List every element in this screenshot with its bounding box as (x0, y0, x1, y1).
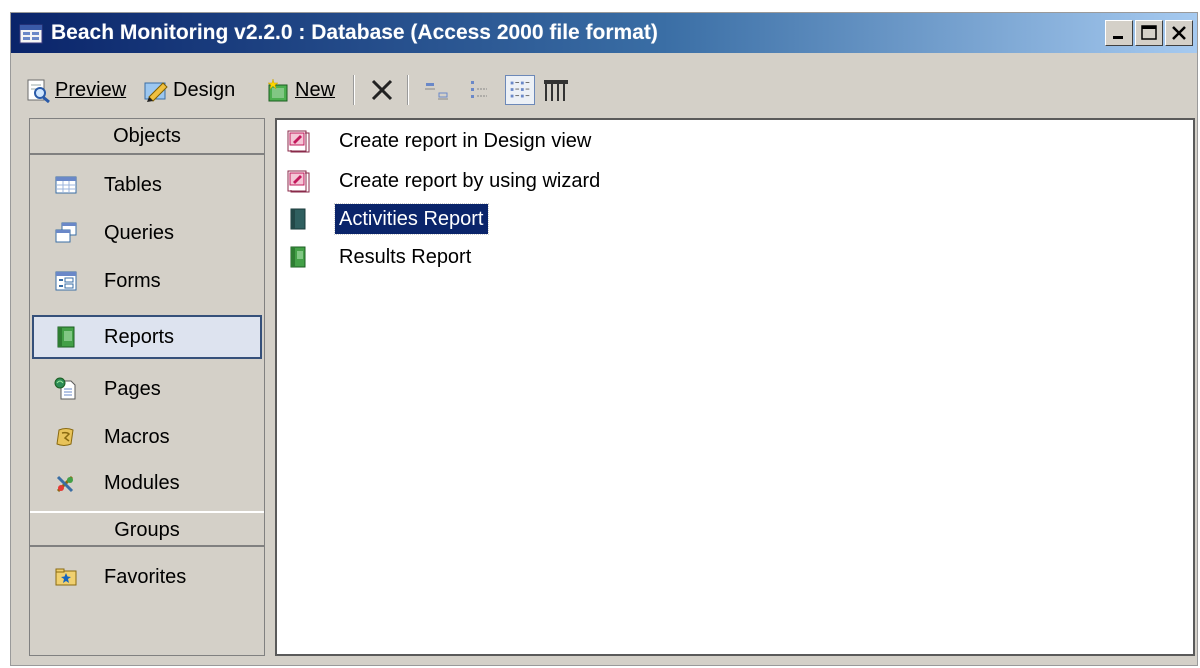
close-icon (1172, 26, 1186, 40)
delete-icon[interactable] (367, 75, 397, 105)
nav-label-modules: Modules (104, 471, 180, 494)
design-button[interactable]: Design (143, 73, 235, 107)
title-prefix: Beach Monitoring (51, 21, 235, 44)
groups-header[interactable]: Groups (30, 511, 264, 547)
nav-label-queries: Queries (104, 221, 175, 244)
maximize-icon (1141, 25, 1157, 40)
list-view-icon[interactable] (505, 75, 535, 105)
module-icon (56, 475, 74, 493)
list-item-activities-report[interactable]: Activities Report (285, 203, 489, 235)
details-view-icon[interactable] (541, 75, 571, 105)
design-label: Design (173, 78, 236, 101)
list-item-label: Activities Report (334, 203, 489, 235)
objects-bar: Objects Tables Queries Forms Reports Pag… (29, 118, 265, 656)
create-shortcut-icon (287, 170, 310, 193)
toolbar-separator (353, 75, 355, 105)
small-icons-view-icon[interactable] (465, 75, 495, 105)
form-icon (55, 271, 77, 291)
list-item-results-report[interactable]: Results Report (285, 242, 475, 272)
title-rest: v2.2.0 : Database (Access 2000 file form… (234, 21, 658, 44)
database-toolbar: Preview Design New (11, 61, 1197, 119)
preview-icon (27, 79, 50, 103)
list-item-label: Results Report (339, 246, 472, 268)
nav-label-pages: Pages (104, 377, 161, 400)
create-shortcut-icon (287, 130, 310, 153)
nav-label-reports: Reports (104, 325, 175, 348)
preview-button[interactable]: Preview (25, 73, 126, 107)
list-item-label: Create report in Design view (339, 130, 592, 152)
list-item-create-design[interactable]: Create report in Design view (285, 126, 595, 156)
close-button[interactable] (1165, 20, 1193, 46)
nav-item-tables[interactable]: Tables (32, 163, 262, 207)
window-title: Beach Monitoring v2.2.0 : Database (Acce… (51, 20, 658, 46)
nav-label-tables: Tables (104, 173, 162, 196)
favorites-folder-icon (55, 568, 77, 586)
report-icon (290, 246, 306, 268)
database-app-icon (19, 24, 43, 44)
nav-item-queries[interactable]: Queries (32, 211, 262, 255)
report-icon (290, 208, 306, 230)
design-icon (144, 82, 168, 102)
nav-label-forms: Forms (104, 269, 161, 292)
list-item-label: Create report by using wizard (339, 170, 601, 192)
large-icons-view-icon[interactable] (421, 75, 451, 105)
new-label: New (295, 78, 336, 101)
nav-label-macros: Macros (104, 425, 170, 448)
object-list: Create report in Design view Create repo… (275, 118, 1195, 656)
preview-label: Preview (55, 78, 127, 101)
nav-item-favorites[interactable]: Favorites (32, 555, 262, 599)
table-icon (55, 176, 77, 194)
nav-item-modules[interactable]: Modules (32, 461, 262, 505)
list-item-create-wizard[interactable]: Create report by using wizard (285, 166, 604, 196)
new-button[interactable]: New (265, 73, 335, 107)
minimize-icon (1113, 36, 1123, 39)
page-icon (54, 377, 76, 400)
toolbar-separator (407, 75, 409, 105)
nav-item-forms[interactable]: Forms (32, 259, 262, 303)
new-icon (267, 78, 288, 102)
nav-item-macros[interactable]: Macros (32, 415, 262, 459)
nav-label-favorites: Favorites (104, 565, 187, 588)
nav-item-reports[interactable]: Reports (32, 315, 262, 359)
report-icon (57, 326, 75, 348)
maximize-button[interactable] (1135, 20, 1163, 46)
query-icon (55, 222, 77, 243)
objects-header[interactable]: Objects (30, 119, 264, 155)
title-bar[interactable]: Beach Monitoring v2.2.0 : Database (Acce… (11, 13, 1197, 53)
minimize-button[interactable] (1105, 20, 1133, 46)
macro-icon (56, 428, 74, 446)
database-window: Beach Monitoring v2.2.0 : Database (Acce… (10, 12, 1198, 666)
nav-item-pages[interactable]: Pages (32, 367, 262, 411)
